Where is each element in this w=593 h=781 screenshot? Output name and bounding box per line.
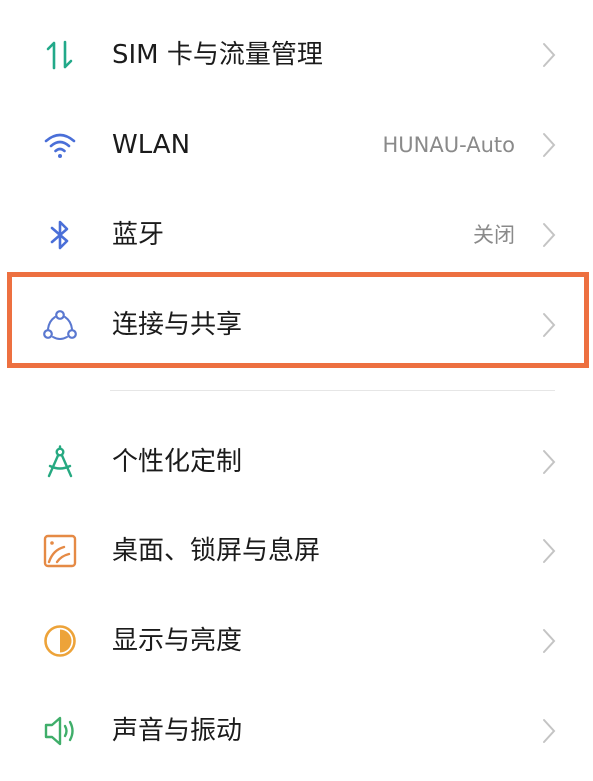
wallpaper-icon xyxy=(40,531,80,571)
chevron-right-icon xyxy=(543,450,556,474)
settings-item-personalization[interactable]: 个性化定制 xyxy=(0,417,593,507)
bluetooth-icon xyxy=(40,215,80,255)
settings-item-display-brightness[interactable]: 显示与亮度 xyxy=(0,596,593,686)
chevron-right-icon xyxy=(543,223,556,247)
settings-item-sim-data[interactable]: SIM 卡与流量管理 xyxy=(0,10,593,100)
settings-item-label: 个性化定制 xyxy=(112,447,243,477)
settings-item-label: WLAN xyxy=(112,130,191,160)
settings-item-wlan[interactable]: WLAN HUNAU-Auto xyxy=(0,100,593,190)
chevron-right-icon xyxy=(543,133,556,157)
settings-item-desktop-lockscreen[interactable]: 桌面、锁屏与息屏 xyxy=(0,506,593,596)
chevron-right-icon xyxy=(543,43,556,67)
brightness-icon xyxy=(40,621,80,661)
settings-item-label: 声音与振动 xyxy=(112,716,243,746)
section-divider xyxy=(110,390,555,391)
wifi-icon xyxy=(40,125,80,165)
settings-item-label: 显示与亮度 xyxy=(112,626,243,656)
settings-item-label: 桌面、锁屏与息屏 xyxy=(112,536,321,566)
settings-item-sound-vibration[interactable]: 声音与振动 xyxy=(0,686,593,776)
settings-item-label: 蓝牙 xyxy=(112,220,165,250)
compass-icon xyxy=(40,442,80,482)
chevron-right-icon xyxy=(543,719,556,743)
highlight-box xyxy=(7,272,589,368)
settings-item-bluetooth[interactable]: 蓝牙 关闭 xyxy=(0,190,593,280)
sound-vibration-icon xyxy=(40,711,80,751)
settings-item-label: SIM 卡与流量管理 xyxy=(112,40,323,70)
data-transfer-icon xyxy=(40,35,80,75)
bluetooth-status: 关闭 xyxy=(473,223,515,247)
chevron-right-icon xyxy=(543,539,556,563)
chevron-right-icon xyxy=(543,629,556,653)
wlan-network-name: HUNAU-Auto xyxy=(382,133,515,157)
